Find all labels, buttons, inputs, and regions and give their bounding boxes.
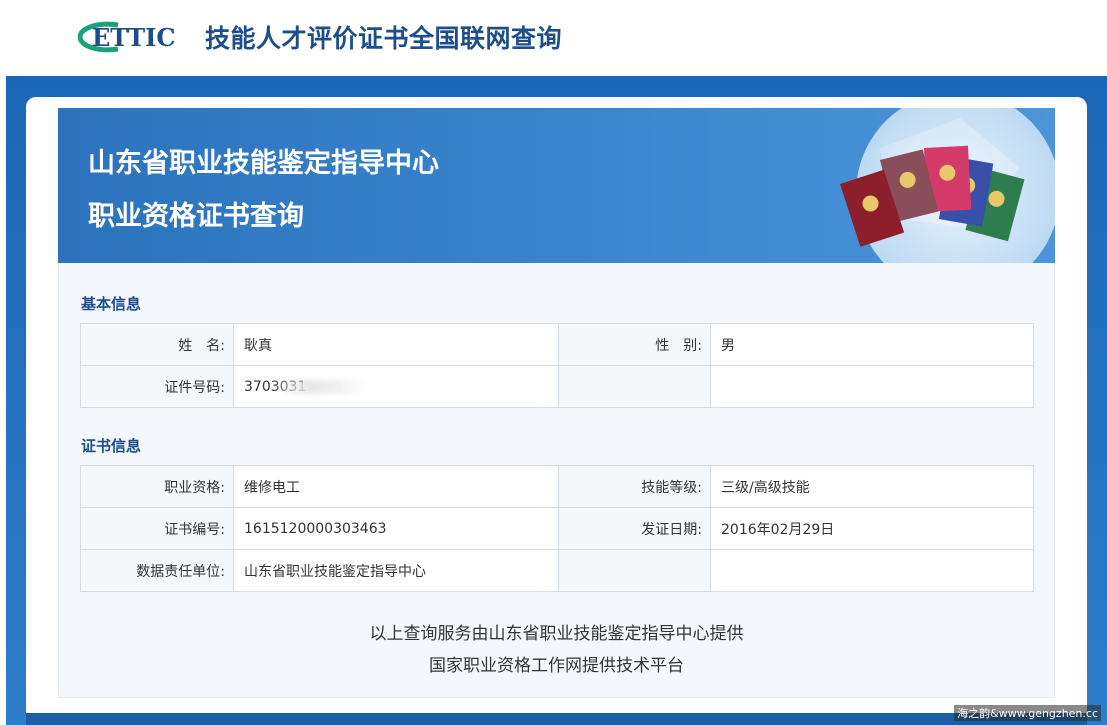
site-header: ETTIC 技能人才评价证书全国联网查询 (0, 0, 1107, 76)
empty-value-cell (710, 365, 1034, 408)
empty-value-cell (710, 549, 1034, 592)
unit-value: 山东省职业技能鉴定指导中心 (233, 549, 559, 592)
empty-label-cell (558, 549, 711, 592)
issue-date-value: 2016年02月29日 (710, 507, 1034, 550)
cert-no-value: 1615120000303463 (233, 507, 559, 550)
name-label: 姓 名: (80, 323, 234, 366)
qualification-value: 维修电工 (233, 465, 559, 508)
watermark: 海之韵&www.gengzhen.cc (954, 705, 1101, 721)
gender-label: 性 别: (558, 323, 711, 366)
empty-label-cell (558, 365, 711, 408)
id-value-cell: 3703031 (233, 365, 559, 408)
table-row: 数据责任单位: 山东省职业技能鉴定指导中心 (80, 549, 1034, 592)
issue-date-label: 发证日期: (558, 507, 711, 550)
banner-org-title: 山东省职业技能鉴定指导中心 (88, 148, 439, 179)
certificate-books-icon (840, 108, 1055, 263)
site-title: 技能人才评价证书全国联网查询 (205, 24, 563, 53)
basic-info-title: 基本信息 (81, 295, 142, 313)
table-row: 证书编号: 1615120000303463 发证日期: 2016年02月29日 (80, 507, 1034, 550)
id-label: 证件号码: (80, 365, 234, 408)
unit-label: 数据责任单位: (80, 549, 234, 592)
level-label: 技能等级: (558, 465, 711, 508)
id-redaction (276, 379, 367, 394)
table-row: 职业资格: 维修电工 技能等级: 三级/高级技能 (80, 465, 1034, 508)
table-row: 姓 名: 耿真 性 别: 男 (80, 323, 1034, 366)
basic-info-table: 姓 名: 耿真 性 别: 男 证件号码: 3703031 (80, 323, 1034, 408)
frame-bottom-bar (26, 713, 1087, 725)
cert-info-title: 证书信息 (81, 437, 142, 455)
ettic-logo[interactable]: ETTIC (78, 20, 190, 54)
cert-info-table: 职业资格: 维修电工 技能等级: 三级/高级技能 证书编号: 161512000… (80, 465, 1034, 592)
banner-query-title: 职业资格证书查询 (88, 201, 304, 232)
qualification-label: 职业资格: (80, 465, 234, 508)
platform-note: 国家职业资格工作网提供技术平台 (429, 656, 684, 676)
logo-text: ETTIC (92, 23, 175, 52)
name-value: 耿真 (233, 323, 559, 366)
query-banner: 山东省职业技能鉴定指导中心 职业资格证书查询 (58, 108, 1055, 263)
service-provider-note: 以上查询服务由山东省职业技能鉴定指导中心提供 (369, 624, 744, 644)
table-row: 证件号码: 3703031 (80, 365, 1034, 408)
gender-value: 男 (710, 323, 1034, 366)
cert-no-label: 证书编号: (80, 507, 234, 550)
level-value: 三级/高级技能 (710, 465, 1034, 508)
